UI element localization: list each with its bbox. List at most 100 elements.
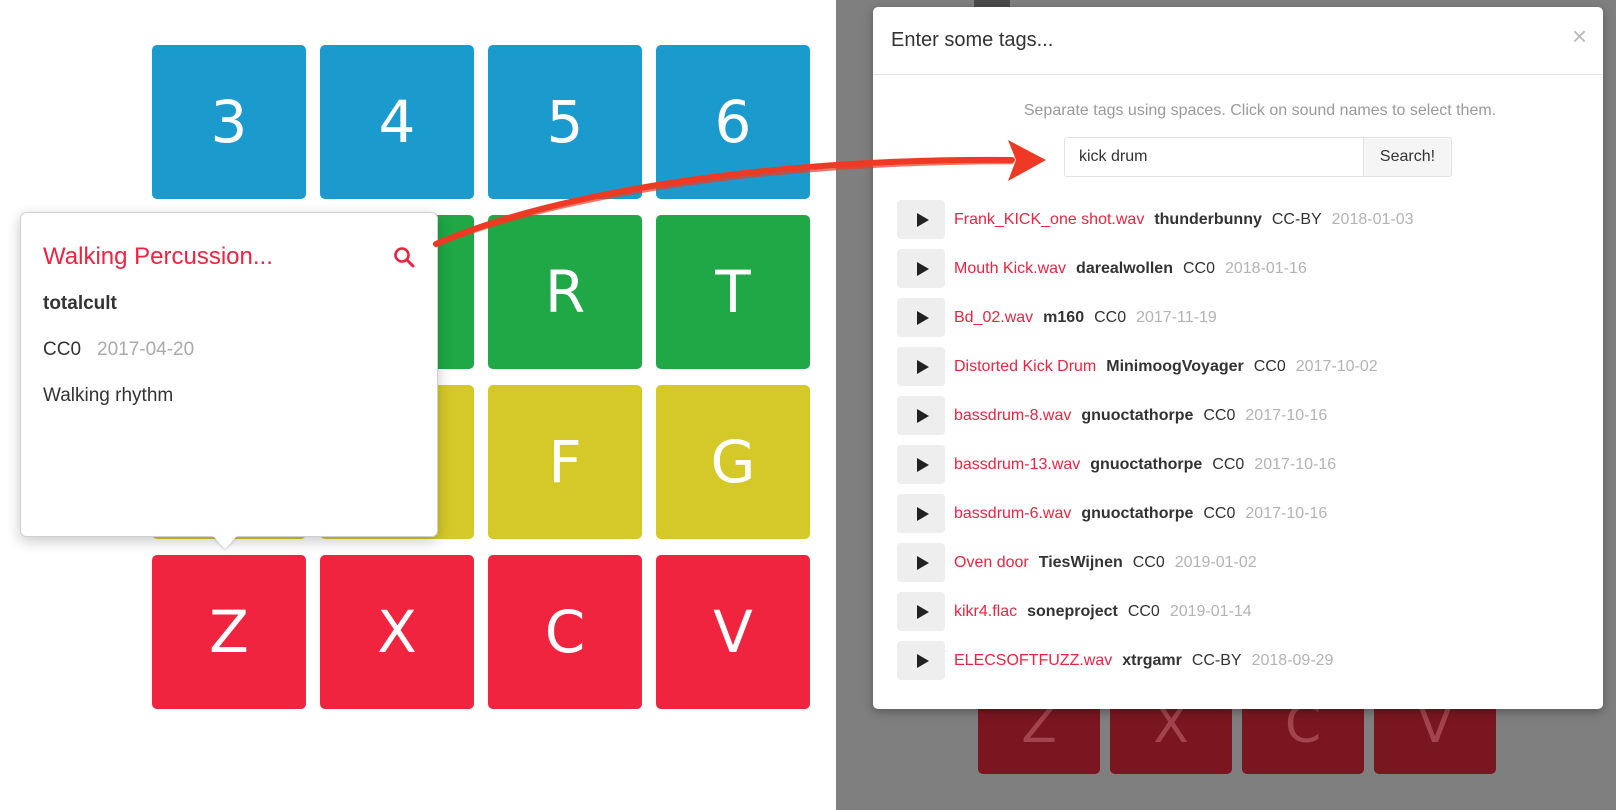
play-button[interactable] <box>897 298 945 337</box>
play-icon <box>916 359 929 374</box>
play-icon <box>916 506 929 521</box>
pad-key[interactable]: Z <box>152 555 306 709</box>
results-list: Frank_KICK_one shot.wav thunderbunny CC-BY… <box>897 195 1587 685</box>
sound-user: TiesWijnen <box>1038 553 1123 571</box>
sound-date: 2018-09-29 <box>1251 651 1334 669</box>
play-icon <box>916 457 929 472</box>
pad-key[interactable]: C <box>488 555 642 709</box>
sound-popover: Walking Percussion... totalcult CC0 2017… <box>20 212 438 537</box>
modal-title: Enter some tags... <box>891 29 1054 51</box>
sound-license: CC0 <box>1203 504 1236 522</box>
sound-name-link[interactable]: Frank_KICK_one shot.wav <box>954 211 1144 229</box>
result-row: kikr4.flac soneproject CC0 2019-01-14 <box>897 587 1587 636</box>
play-button[interactable] <box>897 494 945 533</box>
background-pad: Z <box>978 699 1100 774</box>
sound-user: gnuoctathorpe <box>1081 406 1194 424</box>
pad-key[interactable]: 6 <box>656 45 810 199</box>
sound-date: 2017-10-16 <box>1254 455 1337 473</box>
sound-license: CC0 <box>1253 357 1286 375</box>
popover-arrow <box>213 536 237 549</box>
play-button[interactable] <box>897 347 945 386</box>
result-row: Oven door TiesWijnen CC0 2019-01-02 <box>897 538 1587 587</box>
play-icon <box>916 310 929 325</box>
search-button[interactable]: Search! <box>1363 137 1452 177</box>
sound-name-link[interactable]: kikr4.flac <box>954 603 1017 621</box>
pad-key[interactable]: G <box>656 385 810 539</box>
sound-name-link[interactable]: Distorted Kick Drum <box>954 358 1096 376</box>
sound-name-link[interactable]: Mouth Kick.wav <box>954 260 1066 278</box>
sound-title[interactable]: Walking Percussion... <box>43 243 273 271</box>
background-pad: V <box>1374 699 1496 774</box>
sound-name-link[interactable]: bassdrum-8.wav <box>954 407 1071 425</box>
sound-user: soneproject <box>1027 602 1118 620</box>
play-button[interactable] <box>897 592 945 631</box>
sound-date: 2017-11-19 <box>1136 308 1217 326</box>
sound-user: xtrgamr <box>1122 651 1182 669</box>
sound-license: CC0 <box>1132 553 1165 571</box>
pad-key[interactable]: 4 <box>320 45 474 199</box>
sound-license: CC0 <box>1203 406 1236 424</box>
play-button[interactable] <box>897 543 945 582</box>
search-hint: Separate tags using spaces. Click on sou… <box>1023 102 1497 119</box>
result-row: ELECSOFTFUZZ.wav xtrgamr CC-BY 2018-09-29 <box>897 636 1587 685</box>
play-button[interactable] <box>897 200 945 239</box>
sound-date: 2018-01-16 <box>1224 259 1307 277</box>
sound-license: CC0 <box>1127 602 1160 620</box>
sound-name-link[interactable]: bassdrum-13.wav <box>954 456 1080 474</box>
result-row: Distorted Kick Drum MinimoogVoyager CC0 201… <box>897 342 1587 391</box>
sound-license: CC0 <box>1182 259 1215 277</box>
play-button[interactable] <box>897 445 945 484</box>
background-pad: C <box>1242 699 1364 774</box>
sound-user: gnuoctathorpe <box>1090 455 1203 473</box>
result-row: bassdrum-13.wav gnuoctathorpe CC0 2017-10-1… <box>897 440 1587 489</box>
background-pad: X <box>1110 699 1232 774</box>
play-icon <box>916 604 929 619</box>
sound-user: gnuoctathorpe <box>1081 504 1194 522</box>
pad-key[interactable]: F <box>488 385 642 539</box>
play-icon <box>916 408 929 423</box>
sound-user: MinimoogVoyager <box>1106 357 1244 375</box>
search-icon[interactable] <box>392 245 416 269</box>
pad-key[interactable]: R <box>488 215 642 369</box>
sound-name-link[interactable]: ELECSOFTFUZZ.wav <box>954 652 1112 670</box>
sound-date: 2017-04-20 <box>97 339 195 360</box>
play-button[interactable] <box>897 396 945 435</box>
result-row: bassdrum-6.wav gnuoctathorpe CC0 2017-10-16 <box>897 489 1587 538</box>
sound-user: thunderbunny <box>1154 210 1262 228</box>
play-icon <box>916 261 929 276</box>
sound-license: CC0 <box>1094 308 1127 326</box>
sound-date: 2019-01-14 <box>1169 602 1252 620</box>
play-button[interactable] <box>897 641 945 680</box>
sound-user: darealwollen <box>1076 259 1173 277</box>
play-button[interactable] <box>897 249 945 288</box>
sound-license: CC-BY <box>1271 210 1322 228</box>
sound-author: totalcult <box>43 293 117 314</box>
close-icon[interactable]: × <box>1572 23 1587 49</box>
sound-name-link[interactable]: Bd_02.wav <box>954 309 1033 327</box>
pad-key[interactable]: T <box>656 215 810 369</box>
sound-license: CC-BY <box>1191 651 1242 669</box>
play-icon <box>916 653 929 668</box>
tag-search-modal: Enter some tags... × Separate tags using… <box>873 7 1603 709</box>
sound-name-link[interactable]: bassdrum-6.wav <box>954 505 1071 523</box>
result-row: bassdrum-8.wav gnuoctathorpe CC0 2017-10-16 <box>897 391 1587 440</box>
sound-date: 2017-10-16 <box>1245 504 1328 522</box>
pad-key[interactable]: V <box>656 555 810 709</box>
pad-key[interactable]: 5 <box>488 45 642 199</box>
play-icon <box>916 555 929 570</box>
sound-date: 2017-10-02 <box>1295 357 1378 375</box>
result-row: Bd_02.wav m160 CC0 2017-11-19 <box>897 293 1587 342</box>
result-row: Mouth Kick.wav darealwollen CC0 2018-01-16 <box>897 244 1587 293</box>
sound-description: Walking rhythm <box>43 385 174 406</box>
sound-license: CC0 <box>1212 455 1245 473</box>
tag-search-input[interactable] <box>1064 137 1364 177</box>
pad-key[interactable]: X <box>320 555 474 709</box>
play-icon <box>916 212 929 227</box>
sound-user: m160 <box>1043 308 1085 326</box>
sound-name-link[interactable]: Oven door <box>954 554 1029 572</box>
pad-key[interactable]: 3 <box>152 45 306 199</box>
sound-date: 2018-01-03 <box>1331 210 1414 228</box>
result-row: Frank_KICK_one shot.wav thunderbunny CC-BY… <box>897 195 1587 244</box>
sound-license: CC0 <box>43 339 82 360</box>
modal-header: Enter some tags... × <box>873 7 1603 75</box>
